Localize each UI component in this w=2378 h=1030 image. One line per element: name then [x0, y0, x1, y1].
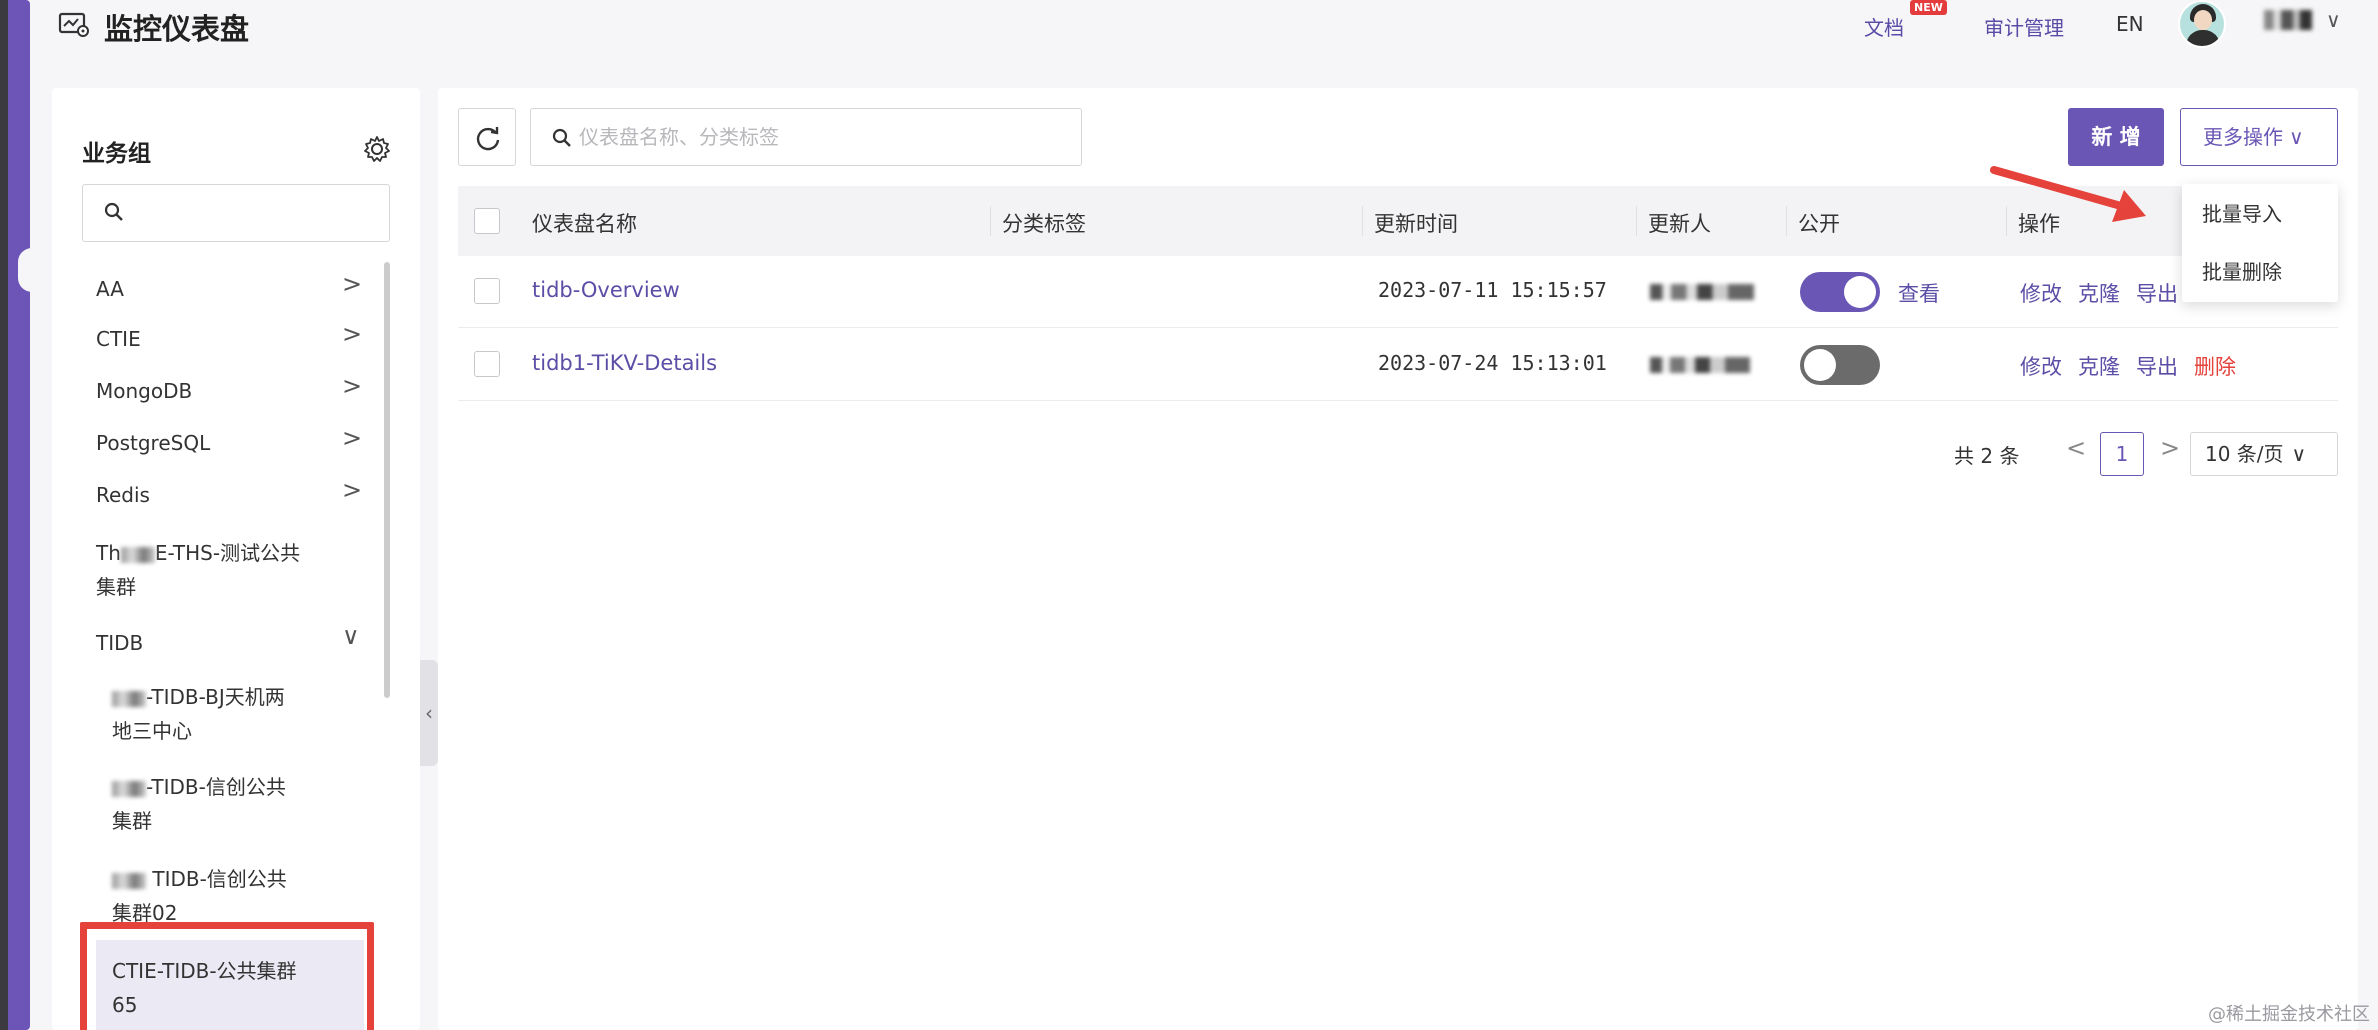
- sidebar-item-mongodb[interactable]: MongoDB: [96, 374, 366, 408]
- export-link[interactable]: 导出: [2136, 351, 2178, 381]
- watermark: @稀土掘金技术社区: [2208, 1004, 2370, 1025]
- refresh-button[interactable]: [458, 108, 516, 166]
- sidebar-subitem-tidb-xc02[interactable]: TIDB-信创公共 集群02: [112, 862, 352, 930]
- dashboard-search-field[interactable]: [530, 108, 1082, 166]
- annotation-arrow: [1990, 166, 2146, 222]
- pagination-total: 共 2 条: [1954, 444, 2020, 468]
- dashboard-name-link[interactable]: tidb1-TiKV-Details: [532, 351, 717, 375]
- more-actions-menu: 批量导入 批量删除: [2182, 184, 2338, 302]
- table-row: tidb-Overview 2023-07-11 15:15:57 查看 修改 …: [458, 256, 2338, 328]
- select-all-checkbox[interactable]: [474, 208, 500, 234]
- chevron-down-icon: ∨: [2289, 125, 2304, 149]
- col-updated: 更新时间: [1374, 212, 1458, 236]
- docs-link[interactable]: 文档: [1864, 12, 1904, 41]
- row-checkbox[interactable]: [474, 351, 500, 377]
- column-divider: [1636, 206, 1637, 236]
- chevron-right-icon[interactable]: >: [342, 372, 362, 400]
- export-link[interactable]: 导出: [2136, 278, 2178, 308]
- redacted-text: [112, 872, 146, 889]
- page-size-select[interactable]: 10 条/页 ∨: [2190, 432, 2338, 476]
- sidebar-subitem-tidb-bj[interactable]: -TIDB-BJ天机两 地三中心: [112, 680, 352, 748]
- menu-item-batch-import[interactable]: 批量导入: [2202, 198, 2282, 227]
- chevron-down-icon[interactable]: ∨: [342, 622, 360, 650]
- sidebar-scrollbar[interactable]: [384, 262, 390, 698]
- sidebar-search-input[interactable]: [82, 184, 390, 242]
- updated-time: 2023-07-11 15:15:57: [1378, 278, 1607, 302]
- menu-item-batch-delete[interactable]: 批量删除: [2202, 256, 2282, 285]
- sidebar-item-aa[interactable]: AA: [96, 272, 366, 306]
- dashboard-icon: [58, 12, 89, 37]
- col-updater: 更新人: [1648, 212, 1711, 236]
- clone-link[interactable]: 克隆: [2078, 351, 2120, 381]
- redacted-text: [112, 690, 146, 707]
- redacted-text: [120, 546, 155, 563]
- clone-link[interactable]: 克隆: [2078, 278, 2120, 308]
- delete-link[interactable]: 删除: [2194, 351, 2236, 381]
- sidebar-collapse-handle[interactable]: ‹: [420, 660, 438, 766]
- chevron-down-icon[interactable]: ∨: [2326, 8, 2341, 32]
- chevron-right-icon[interactable]: >: [342, 270, 362, 298]
- public-toggle[interactable]: [1800, 345, 1880, 385]
- chevron-right-icon[interactable]: >: [342, 424, 362, 452]
- col-tags: 分类标签: [1002, 212, 1086, 236]
- view-link[interactable]: 查看: [1898, 278, 1940, 308]
- page-title: 监控仪表盘: [104, 12, 250, 46]
- more-actions-button[interactable]: 更多操作 ∨: [2180, 108, 2338, 166]
- window-edge: [0, 0, 8, 1030]
- sidebar-item-tidb[interactable]: TIDB: [96, 626, 366, 660]
- chevron-left-icon[interactable]: <: [2066, 434, 2086, 462]
- audit-link[interactable]: 审计管理: [1984, 12, 2064, 41]
- chevron-right-icon[interactable]: >: [342, 320, 362, 348]
- sidebar-title: 业务组: [82, 141, 151, 167]
- sidebar-subitem-tidb-xc[interactable]: -TIDB-信创公共 集群: [112, 770, 352, 838]
- user-name-blurred[interactable]: [2264, 10, 2312, 30]
- chevron-down-icon: ∨: [2291, 442, 2307, 466]
- column-divider: [1786, 206, 1787, 236]
- dashboard-search-input[interactable]: [579, 119, 1059, 155]
- nav-rail-notch: [18, 248, 32, 292]
- col-public: 公开: [1798, 212, 1840, 236]
- sidebar-item-ths[interactable]: Th E-THS-测试公共 集群: [96, 536, 366, 604]
- column-divider: [990, 206, 991, 236]
- col-name: 仪表盘名称: [532, 212, 637, 236]
- new-badge: NEW: [1910, 0, 1947, 15]
- gear-icon[interactable]: [362, 134, 392, 164]
- sidebar-item-redis[interactable]: Redis: [96, 478, 366, 512]
- search-icon: [104, 202, 123, 221]
- updater-blurred: [1650, 284, 1754, 300]
- redacted-text: [112, 780, 146, 797]
- column-divider: [1362, 206, 1363, 236]
- edit-link[interactable]: 修改: [2020, 278, 2062, 308]
- search-icon: [552, 128, 571, 147]
- annotation-highlight-box: [80, 922, 374, 1030]
- refresh-icon: [476, 127, 500, 151]
- sidebar-item-ctie[interactable]: CTIE: [96, 322, 366, 356]
- nav-rail: [8, 0, 30, 1030]
- updater-blurred: [1650, 357, 1750, 373]
- updated-time: 2023-07-24 15:13:01: [1378, 351, 1607, 375]
- chevron-right-icon[interactable]: >: [342, 476, 362, 504]
- dashboard-name-link[interactable]: tidb-Overview: [532, 278, 680, 302]
- language-switch[interactable]: EN: [2116, 12, 2144, 36]
- page-1-button[interactable]: 1: [2100, 432, 2144, 476]
- new-dashboard-button[interactable]: 新 增: [2068, 108, 2164, 166]
- chevron-right-icon[interactable]: >: [2160, 434, 2180, 462]
- avatar[interactable]: [2178, 0, 2226, 48]
- public-toggle[interactable]: [1800, 272, 1880, 312]
- sidebar-item-postgresql[interactable]: PostgreSQL: [96, 426, 366, 460]
- edit-link[interactable]: 修改: [2020, 351, 2062, 381]
- row-checkbox[interactable]: [474, 278, 500, 304]
- table-row: tidb1-TiKV-Details 2023-07-24 15:13:01 修…: [458, 329, 2338, 401]
